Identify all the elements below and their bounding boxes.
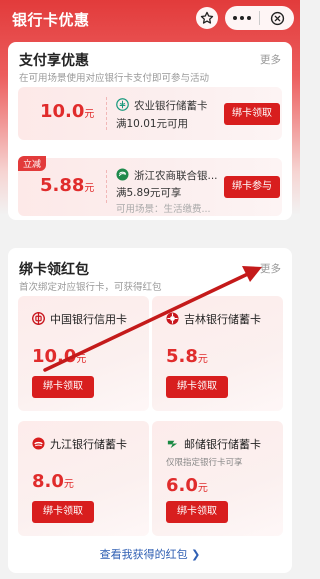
- offer-condition: 满5.89元可享: [116, 187, 182, 199]
- bank-card-item[interactable]: 吉林银行储蓄卡 5.8元 绑卡领取: [152, 296, 283, 411]
- instant-discount-badge: 立减: [18, 156, 47, 171]
- bind-section-more-link[interactable]: 更多: [260, 261, 281, 276]
- dot-icon: [247, 16, 251, 20]
- bind-card-join-button[interactable]: 绑卡参与: [224, 176, 280, 198]
- bank-card-item[interactable]: 中国银行信用卡 10.0元 绑卡领取: [18, 296, 149, 411]
- jilin-bank-icon: [166, 312, 179, 325]
- dot-icon: [233, 16, 237, 20]
- psbc-icon: [167, 440, 178, 449]
- amount-unit: 元: [197, 483, 208, 494]
- mini-program-capsule: [225, 6, 294, 30]
- bank-name: 邮储银行储蓄卡: [184, 438, 261, 451]
- bank-name: 中国银行信用卡: [50, 313, 127, 326]
- bank-name: 农业银行储蓄卡: [134, 100, 208, 112]
- section-title: 绑卡领红包: [19, 262, 89, 278]
- bind-card-claim-button[interactable]: 绑卡领取: [166, 501, 228, 523]
- close-button[interactable]: [260, 6, 294, 30]
- card-restriction-note: 仅限指定银行卡可享: [166, 458, 243, 468]
- bind-card-bonus-section: 绑卡领红包 更多 首次绑定对应银行卡，可获得红包 中国银行信用卡 10.0元 绑…: [8, 248, 292, 573]
- offer-amount: 10.0元: [40, 101, 94, 122]
- dot-icon: [240, 16, 244, 20]
- amount-value: 5.88: [40, 175, 85, 196]
- bonus-amount: 8.0元: [32, 471, 74, 492]
- offer-condition: 满10.01元可用: [116, 118, 189, 130]
- pay-discount-section: 支付享优惠 更多 在可用场景使用对应银行卡支付即可参与活动 10.0元 农业银行…: [8, 42, 292, 220]
- offer-scene: 可用场景：生活缴费...: [116, 204, 211, 215]
- abc-bank-icon: [116, 98, 129, 111]
- offer-item[interactable]: 10.0元 农业银行储蓄卡 满10.01元可用 绑卡领取: [18, 87, 282, 140]
- bonus-amount: 5.8元: [166, 346, 208, 367]
- bonus-amount: 6.0元: [166, 475, 208, 496]
- offer-amount: 5.88元: [40, 175, 94, 196]
- boc-icon: [32, 312, 45, 325]
- more-options-button[interactable]: [225, 6, 259, 30]
- amount-unit: 元: [63, 479, 74, 490]
- bank-name: 浙江农商联合银...: [134, 170, 218, 182]
- section-subtitle: 在可用场景使用对应银行卡支付即可参与活动: [19, 73, 210, 84]
- pay-section-more-link[interactable]: 更多: [260, 52, 281, 67]
- amount-unit: 元: [84, 109, 95, 120]
- offer-item[interactable]: 立减 5.88元 浙江农商联合银... 满5.89元可享 可用场景：生活缴费..…: [18, 156, 282, 216]
- page-title: 银行卡优惠: [12, 11, 90, 29]
- amount-unit: 元: [197, 354, 208, 365]
- zj-rural-bank-icon: [116, 168, 129, 181]
- amount-unit: 元: [84, 183, 95, 194]
- bind-card-claim-button[interactable]: 绑卡领取: [32, 376, 94, 398]
- star-icon: [200, 11, 214, 24]
- dashed-divider: [106, 170, 107, 203]
- top-bar: 银行卡优惠: [0, 0, 300, 36]
- amount-value: 10.0: [40, 101, 85, 122]
- amount-value: 6.0: [166, 475, 198, 496]
- bank-name: 吉林银行储蓄卡: [184, 313, 261, 326]
- amount-value: 10.0: [32, 346, 77, 367]
- bind-card-claim-button[interactable]: 绑卡领取: [224, 103, 280, 125]
- bonus-amount: 10.0元: [32, 346, 86, 367]
- bank-name: 九江银行储蓄卡: [50, 438, 127, 451]
- view-my-red-packets-link[interactable]: 查看我获得的红包 ❯: [8, 546, 292, 562]
- bank-card-item[interactable]: 九江银行储蓄卡 8.0元 绑卡领取: [18, 421, 149, 536]
- favorite-button[interactable]: [196, 7, 218, 29]
- bind-card-claim-button[interactable]: 绑卡领取: [32, 501, 94, 523]
- bank-card-item[interactable]: 邮储银行储蓄卡 仅限指定银行卡可享 6.0元 绑卡领取: [152, 421, 283, 536]
- section-title: 支付享优惠: [19, 53, 89, 69]
- amount-value: 8.0: [32, 471, 64, 492]
- section-subtitle: 首次绑定对应银行卡，可获得红包: [19, 282, 162, 293]
- jiujiang-bank-icon: [32, 437, 45, 450]
- amount-unit: 元: [76, 354, 87, 365]
- close-circle-icon: [270, 11, 284, 25]
- amount-value: 5.8: [166, 346, 198, 367]
- dashed-divider: [106, 97, 107, 130]
- bind-card-claim-button[interactable]: 绑卡领取: [166, 376, 228, 398]
